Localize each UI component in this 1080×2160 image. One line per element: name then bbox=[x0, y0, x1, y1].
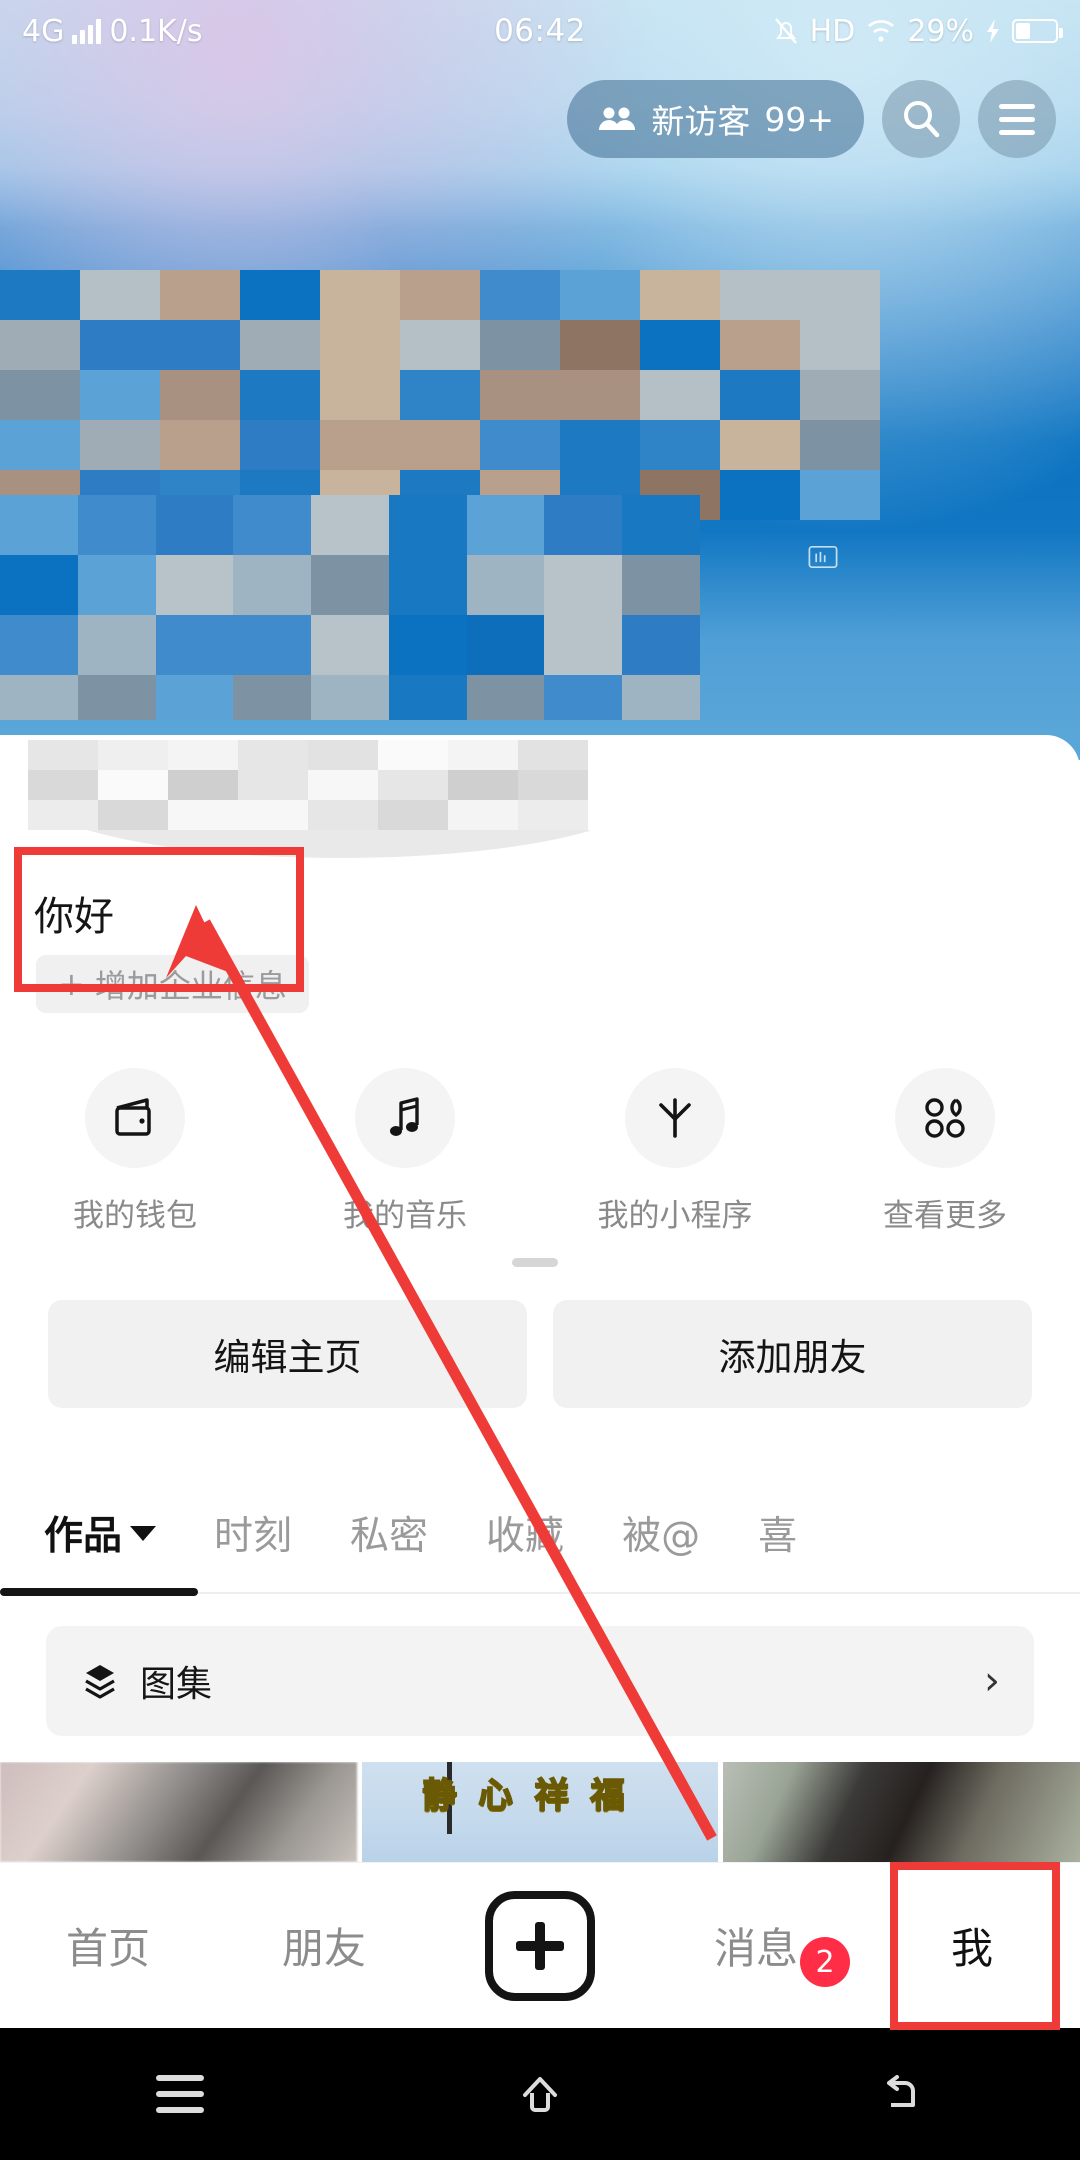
banner-mosaic-censor bbox=[0, 270, 880, 520]
quick-action-icon-wrap bbox=[355, 1068, 455, 1168]
thumbnail-calligraphy-text: 静 心 祥 福 bbox=[422, 1768, 626, 1817]
quick-actions-row: 我的钱包 我的音乐 我的小程序 查看更多 bbox=[0, 1068, 1080, 1235]
battery-icon bbox=[1012, 19, 1063, 43]
quick-action-mini-program[interactable]: 我的小程序 bbox=[540, 1068, 810, 1235]
quick-action-label: 我的钱包 bbox=[73, 1198, 197, 1234]
new-visitors-label: 新访客 bbox=[651, 102, 751, 141]
calligraphy-char: 静 bbox=[422, 1775, 458, 1817]
search-icon bbox=[904, 101, 940, 138]
add-business-info-button[interactable]: + 增加企业信息 bbox=[36, 955, 309, 1013]
quick-action-wallet[interactable]: 我的钱包 bbox=[0, 1068, 270, 1235]
tab-favorites[interactable]: 收藏 bbox=[486, 1505, 564, 1561]
calligraphy-char: 祥 bbox=[534, 1775, 570, 1817]
quick-action-music[interactable]: 我的音乐 bbox=[270, 1068, 540, 1235]
add-friend-button[interactable]: 添加朋友 bbox=[553, 1300, 1032, 1408]
chevron-down-icon bbox=[130, 1525, 157, 1541]
calligraphy-char: 心 bbox=[478, 1775, 514, 1817]
edit-homepage-button[interactable]: 编辑主页 bbox=[48, 1300, 527, 1408]
grid-more-icon bbox=[925, 1098, 965, 1138]
layers-icon bbox=[85, 1665, 115, 1699]
messages-badge: 2 bbox=[800, 1937, 850, 1987]
home-icon bbox=[523, 2077, 557, 2112]
tab-mentions[interactable]: 被@ bbox=[622, 1505, 700, 1561]
android-back-button[interactable] bbox=[720, 2065, 1080, 2123]
search-button[interactable] bbox=[882, 80, 960, 158]
back-icon bbox=[887, 2075, 915, 2107]
menu-button[interactable] bbox=[978, 80, 1056, 158]
banner-watermark-icon bbox=[808, 545, 838, 569]
album-label: 图集 bbox=[140, 1664, 213, 1705]
video-thumbnail[interactable]: 静 心 祥 福 bbox=[361, 1762, 719, 1862]
nav-messages-label: 消息 bbox=[713, 1924, 798, 1973]
greeting-text: 你好 bbox=[34, 894, 114, 940]
video-thumbnail[interactable] bbox=[0, 1762, 357, 1862]
profile-action-buttons: 编辑主页 添加朋友 bbox=[0, 1300, 1080, 1408]
quick-action-more[interactable]: 查看更多 bbox=[810, 1068, 1080, 1235]
nav-messages[interactable]: 消息 2 bbox=[648, 1915, 864, 1987]
android-recents-button[interactable] bbox=[0, 2075, 360, 2113]
hamburger-menu-icon bbox=[999, 103, 1035, 135]
wallet-icon bbox=[115, 1098, 151, 1136]
tab-works[interactable]: 作品 bbox=[44, 1505, 157, 1561]
quick-action-icon-wrap bbox=[895, 1068, 995, 1168]
tab-active-underline bbox=[0, 1588, 198, 1596]
nav-me[interactable]: 我 bbox=[864, 1915, 1080, 1976]
nav-home[interactable]: 首页 bbox=[0, 1915, 216, 1976]
people-icon bbox=[599, 107, 636, 130]
quick-action-icon-wrap bbox=[85, 1068, 185, 1168]
tab-label: 作品 bbox=[44, 1514, 123, 1559]
android-home-button[interactable] bbox=[360, 2065, 720, 2123]
new-visitors-button[interactable]: 新访客 99+ bbox=[567, 80, 864, 158]
quick-action-icon-wrap bbox=[625, 1068, 725, 1168]
album-row[interactable]: 图集 › bbox=[46, 1626, 1034, 1736]
phone-screen: 4G 0.1K/s 06:42 HD 29% 新访客 99+ 你好 + 增加企业… bbox=[0, 0, 1080, 2160]
username-mosaic-tail bbox=[30, 830, 590, 872]
banner-mosaic-censor-lower bbox=[0, 495, 700, 735]
music-note-icon bbox=[390, 1097, 419, 1136]
status-bar: 4G 0.1K/s 06:42 HD 29% bbox=[0, 0, 1080, 62]
video-thumbnail[interactable] bbox=[723, 1762, 1080, 1862]
nav-create[interactable] bbox=[432, 1890, 648, 2001]
tab-private[interactable]: 私密 bbox=[350, 1505, 428, 1561]
nav-friends[interactable]: 朋友 bbox=[216, 1915, 432, 1976]
new-visitors-count: 99+ bbox=[764, 99, 834, 139]
plus-create-icon bbox=[485, 1890, 595, 2001]
android-system-nav bbox=[0, 2028, 1080, 2160]
tab-moments[interactable]: 时刻 bbox=[214, 1505, 292, 1561]
video-thumbnail-grid: 静 心 祥 福 bbox=[0, 1762, 1080, 1862]
recents-menu-icon bbox=[156, 2075, 204, 2113]
plus-icon: + bbox=[58, 965, 85, 1003]
profile-header-actions: 新访客 99+ bbox=[567, 80, 1056, 158]
quick-actions-scroll-indicator bbox=[512, 1258, 558, 1267]
mini-program-asterisk-icon bbox=[659, 1098, 691, 1138]
chevron-right-icon: › bbox=[984, 1658, 1000, 1704]
username-mosaic-censor bbox=[28, 740, 588, 830]
quick-action-label: 查看更多 bbox=[883, 1198, 1007, 1234]
bottom-navigation-bar: 首页 朋友 消息 2 我 bbox=[0, 1862, 1080, 2028]
content-tabs: 作品 时刻 私密 收藏 被@ 喜 bbox=[0, 1478, 1080, 1588]
clock-label: 06:42 bbox=[494, 13, 586, 49]
calligraphy-char: 福 bbox=[590, 1775, 626, 1817]
quick-action-label: 我的小程序 bbox=[597, 1198, 753, 1234]
album-left-group: 图集 bbox=[80, 1655, 212, 1707]
tab-likes[interactable]: 喜 bbox=[758, 1505, 797, 1561]
quick-action-label: 我的音乐 bbox=[343, 1198, 467, 1234]
add-business-info-label: 增加企业信息 bbox=[94, 967, 287, 1005]
